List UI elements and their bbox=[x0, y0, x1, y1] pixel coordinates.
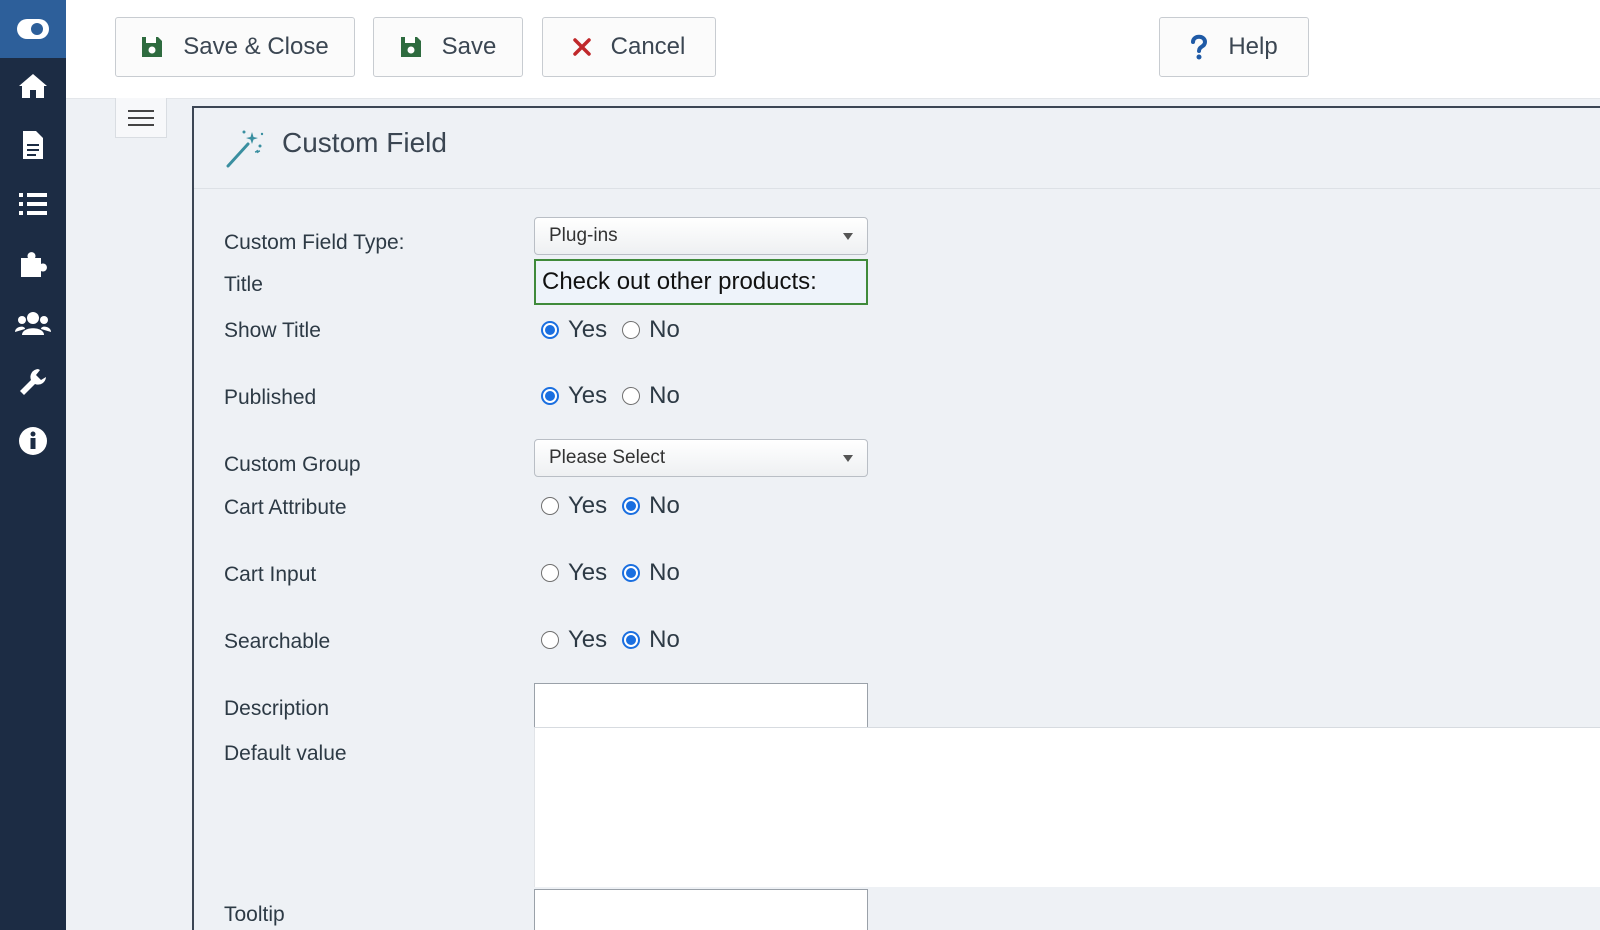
cancel-label: Cancel bbox=[610, 33, 686, 60]
cart-attribute-no[interactable]: No bbox=[622, 492, 680, 520]
cart-input-no[interactable]: No bbox=[622, 559, 680, 587]
help-label: Help bbox=[1228, 33, 1278, 60]
default-value-label: Default value bbox=[224, 742, 347, 765]
save-close-label: Save & Close bbox=[183, 33, 329, 60]
searchable-radio-group: Yes No bbox=[541, 624, 695, 656]
page-title: Custom Field bbox=[282, 127, 447, 158]
save-icon bbox=[400, 36, 422, 58]
custom-group-value: Please Select bbox=[549, 447, 666, 468]
radio-button[interactable] bbox=[541, 321, 559, 339]
radio-button[interactable] bbox=[622, 631, 641, 649]
hamburger-icon bbox=[128, 109, 154, 126]
document-icon bbox=[23, 131, 43, 159]
help-icon bbox=[1190, 34, 1208, 60]
sidebar-item-menus[interactable] bbox=[0, 176, 66, 232]
save-button[interactable]: Save bbox=[373, 17, 523, 77]
toggle-icon bbox=[17, 19, 49, 39]
users-icon bbox=[15, 312, 51, 335]
radio-button[interactable] bbox=[541, 497, 559, 515]
radio-button[interactable] bbox=[541, 631, 559, 649]
sidebar-item-system[interactable] bbox=[0, 354, 66, 410]
sidebar-item-home[interactable] bbox=[0, 58, 66, 114]
searchable-label: Searchable bbox=[224, 630, 331, 653]
sidebar-toggle[interactable] bbox=[0, 0, 66, 58]
radio-button[interactable] bbox=[541, 564, 559, 582]
panel-header: Custom Field bbox=[194, 108, 1600, 189]
magic-wand-icon bbox=[226, 130, 264, 168]
published-yes[interactable]: Yes bbox=[541, 382, 607, 410]
cart-attribute-radio-group: Yes No bbox=[541, 490, 695, 522]
description-label: Description bbox=[224, 697, 330, 720]
cart-input-label: Cart Input bbox=[224, 563, 317, 586]
description-input[interactable] bbox=[534, 683, 868, 729]
sidebar-item-users[interactable] bbox=[0, 295, 66, 351]
save-close-button[interactable]: Save & Close bbox=[115, 17, 355, 77]
custom-group-select[interactable]: Please Select bbox=[534, 439, 868, 477]
puzzle-icon bbox=[21, 252, 47, 277]
default-value-textarea[interactable] bbox=[534, 727, 1600, 887]
title-label: Title bbox=[224, 273, 263, 296]
wrench-icon bbox=[20, 369, 46, 395]
searchable-yes[interactable]: Yes bbox=[541, 626, 607, 654]
cart-attribute-yes[interactable]: Yes bbox=[541, 492, 607, 520]
show-title-yes[interactable]: Yes bbox=[541, 316, 607, 344]
close-icon bbox=[572, 38, 591, 56]
show-title-no[interactable]: No bbox=[622, 316, 680, 344]
radio-button[interactable] bbox=[622, 321, 641, 339]
show-title-label: Show Title bbox=[224, 319, 321, 342]
sidebar bbox=[0, 0, 66, 930]
radio-button[interactable] bbox=[541, 387, 559, 405]
published-label: Published bbox=[224, 386, 317, 409]
menu-toggle-button[interactable] bbox=[115, 98, 167, 138]
cart-input-radio-group: Yes No bbox=[541, 557, 695, 589]
save-icon bbox=[141, 36, 163, 58]
custom-field-type-select[interactable]: Plug-ins bbox=[534, 217, 868, 255]
cart-input-yes[interactable]: Yes bbox=[541, 559, 607, 587]
toolbar: Save & Close Save Cancel Help bbox=[66, 0, 1600, 99]
save-label: Save bbox=[441, 33, 497, 60]
cart-attribute-label: Cart Attribute bbox=[224, 496, 347, 519]
sidebar-item-articles[interactable] bbox=[0, 117, 66, 173]
radio-button[interactable] bbox=[622, 387, 641, 405]
tooltip-label: Tooltip bbox=[224, 903, 285, 926]
help-button[interactable]: Help bbox=[1159, 17, 1309, 77]
searchable-no[interactable]: No bbox=[622, 626, 680, 654]
home-icon bbox=[19, 74, 47, 98]
sidebar-item-extensions[interactable] bbox=[0, 236, 66, 292]
sidebar-item-info[interactable] bbox=[0, 413, 66, 469]
title-input[interactable]: Check out other products: bbox=[534, 259, 868, 305]
custom-field-type-value: Plug-ins bbox=[549, 225, 618, 246]
published-radio-group: Yes No bbox=[541, 380, 695, 412]
published-no[interactable]: No bbox=[622, 382, 680, 410]
radio-button[interactable] bbox=[622, 497, 641, 515]
cancel-button[interactable]: Cancel bbox=[542, 17, 716, 77]
custom-field-type-label: Custom Field Type: bbox=[224, 231, 405, 254]
custom-group-label: Custom Group bbox=[224, 453, 361, 476]
info-icon bbox=[19, 427, 47, 455]
chevron-down-icon bbox=[843, 233, 853, 240]
list-icon bbox=[19, 193, 47, 215]
chevron-down-icon bbox=[843, 455, 853, 462]
tooltip-input[interactable] bbox=[534, 889, 868, 930]
show-title-radio-group: Yes No bbox=[541, 314, 695, 346]
radio-button[interactable] bbox=[622, 564, 641, 582]
